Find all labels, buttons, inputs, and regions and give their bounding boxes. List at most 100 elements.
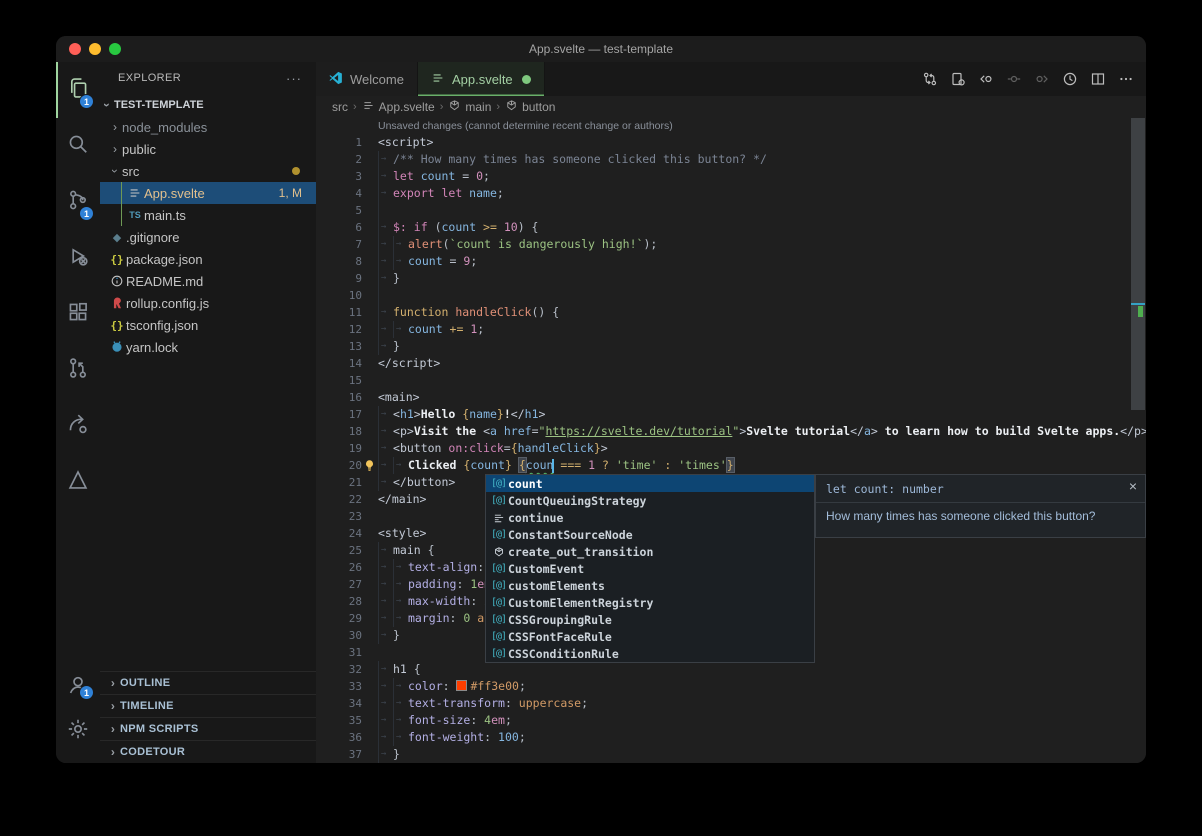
- code-line[interactable]: 10: [316, 287, 1146, 304]
- section-npm-scripts[interactable]: ›NPM SCRIPTS: [100, 717, 316, 740]
- line-number: 11: [316, 304, 362, 321]
- code-line[interactable]: 9→}: [316, 270, 1146, 287]
- code-line[interactable]: 16<main>: [316, 389, 1146, 406]
- suggest-item-constantsourcenode[interactable]: [@]ConstantSourceNode: [486, 526, 814, 543]
- activity-item-account[interactable]: 1: [56, 665, 100, 709]
- split-editor-icon[interactable]: [1087, 68, 1108, 90]
- git-compare-icon[interactable]: [919, 68, 940, 90]
- line-number: 25: [316, 542, 362, 559]
- suggest-label: ConstantSourceNode: [508, 528, 633, 542]
- tab-welcome[interactable]: Welcome: [316, 62, 418, 96]
- close-icon[interactable]: ×: [1129, 479, 1137, 493]
- activity-item-extensions[interactable]: [56, 286, 100, 342]
- explorer-more-actions-icon[interactable]: ···: [286, 71, 302, 86]
- tree-file-main-ts[interactable]: TSmain.ts: [100, 204, 316, 226]
- file-tree: ›node_modules›public›srcApp.svelte1, MTS…: [100, 116, 316, 358]
- section-timeline[interactable]: ›TIMELINE: [100, 694, 316, 717]
- scrollbar-slider[interactable]: [1131, 118, 1145, 410]
- color-swatch[interactable]: [457, 681, 466, 690]
- code-line[interactable]: 15: [316, 372, 1146, 389]
- tree-file-rollup-config-js[interactable]: rollup.config.js: [100, 292, 316, 314]
- suggest-item-cssconditionrule[interactable]: [@]CSSConditionRule: [486, 645, 814, 662]
- history-icon[interactable]: [1059, 68, 1080, 90]
- code-line[interactable]: 34→→text-transform: uppercase;: [316, 695, 1146, 712]
- code-line[interactable]: 33→→color: #ff3e00;: [316, 678, 1146, 695]
- open-changes-icon[interactable]: [947, 68, 968, 90]
- activity-item-run-debug[interactable]: [56, 230, 100, 286]
- suggest-item-continue[interactable]: continue: [486, 509, 814, 526]
- tree-folder-src[interactable]: ›src: [100, 160, 316, 182]
- line-number: 37: [316, 746, 362, 763]
- breadcrumb-item-button[interactable]: button: [505, 99, 555, 115]
- code-editor[interactable]: Unsaved changes (cannot determine recent…: [316, 118, 1146, 763]
- tree-file-yarn-lock[interactable]: yarn.lock: [100, 336, 316, 358]
- more-actions-icon[interactable]: [1115, 68, 1136, 90]
- tree-file-tsconfig-json[interactable]: {}tsconfig.json: [100, 314, 316, 336]
- code-line[interactable]: 11→function handleClick() {: [316, 304, 1146, 321]
- suggest-item-customelementregistry[interactable]: [@]CustomElementRegistry: [486, 594, 814, 611]
- suggest-item-customevent[interactable]: [@]CustomEvent: [486, 560, 814, 577]
- code-line[interactable]: 14</script>: [316, 355, 1146, 372]
- current-change-icon[interactable]: [1003, 68, 1024, 90]
- breadcrumb-item-src[interactable]: src: [332, 100, 348, 114]
- section-codetour[interactable]: ›CODETOUR: [100, 740, 316, 763]
- suggest-item-cssgroupingrule[interactable]: [@]CSSGroupingRule: [486, 611, 814, 628]
- suggest-item-cssfontfacerule[interactable]: [@]CSSFontFaceRule: [486, 628, 814, 645]
- svelte-file-icon: [126, 186, 144, 200]
- tree-folder-node-modules[interactable]: ›node_modules: [100, 116, 316, 138]
- tree-folder-public[interactable]: ›public: [100, 138, 316, 160]
- vscode-icon: [329, 71, 343, 88]
- breadcrumb-item-main[interactable]: main: [448, 99, 491, 115]
- code-line[interactable]: 19→<button on:click={handleClick}>: [316, 440, 1146, 457]
- line-number: 29: [316, 610, 362, 627]
- breadcrumb-item-app-svelte[interactable]: App.svelte: [362, 99, 435, 115]
- activity-item-live-share[interactable]: [56, 398, 100, 454]
- section-outline[interactable]: ›OUTLINE: [100, 671, 316, 694]
- code-line[interactable]: 3→let count = 0;: [316, 168, 1146, 185]
- tree-file-app-svelte[interactable]: App.svelte1, M: [100, 182, 316, 204]
- code-line[interactable]: 12→→count += 1;: [316, 321, 1146, 338]
- suggest-item-countqueuingstrategy[interactable]: [@]CountQueuingStrategy: [486, 492, 814, 509]
- code-line[interactable]: 6→$: if (count >= 10) {: [316, 219, 1146, 236]
- code-line[interactable]: 20→→Clicked {count} {coun === 1 ? 'time'…: [316, 457, 1146, 474]
- code-line[interactable]: 5: [316, 202, 1146, 219]
- suggest-item-create_out_transition[interactable]: create_out_transition: [486, 543, 814, 560]
- editor-scrollbar[interactable]: [1131, 118, 1145, 763]
- project-section-header[interactable]: › TEST-TEMPLATE: [100, 94, 316, 116]
- code-line[interactable]: 35→→font-size: 4em;: [316, 712, 1146, 729]
- minimize-window-button[interactable]: [89, 43, 101, 55]
- code-line[interactable]: 13→}: [316, 338, 1146, 355]
- tab-app-svelte[interactable]: App.svelte: [418, 62, 545, 96]
- code-line[interactable]: 4→export let name;: [316, 185, 1146, 202]
- code-line[interactable]: 1<script>: [316, 134, 1146, 151]
- code-line[interactable]: 8→→count = 9;: [316, 253, 1146, 270]
- code-line[interactable]: 2→/** How many times has someone clicked…: [316, 151, 1146, 168]
- activity-item-search[interactable]: [56, 118, 100, 174]
- codelens-annotation[interactable]: Unsaved changes (cannot determine recent…: [316, 118, 1146, 134]
- variable-symbol-icon: [@]: [489, 648, 508, 659]
- code-line[interactable]: 32→h1 {: [316, 661, 1146, 678]
- code-line[interactable]: 7→→alert(`count is dangerously high!`);: [316, 236, 1146, 253]
- zoom-window-button[interactable]: [109, 43, 121, 55]
- lightbulb-icon[interactable]: [363, 459, 376, 472]
- activity-item-explorer[interactable]: 1: [56, 62, 100, 118]
- code-line[interactable]: 17→<h1>Hello {name}!</h1>: [316, 406, 1146, 423]
- line-number: 20: [316, 457, 362, 474]
- suggest-label: CustomElementRegistry: [508, 596, 653, 610]
- prev-change-icon[interactable]: [975, 68, 996, 90]
- next-change-icon[interactable]: [1031, 68, 1052, 90]
- activity-item-github-pr[interactable]: [56, 342, 100, 398]
- suggest-item-customelements[interactable]: [@]customElements: [486, 577, 814, 594]
- chevron-right-icon: ›: [106, 676, 120, 690]
- tree-file--gitignore[interactable]: ◆.gitignore: [100, 226, 316, 248]
- code-line[interactable]: 37→}: [316, 746, 1146, 763]
- tree-file-package-json[interactable]: {}package.json: [100, 248, 316, 270]
- activity-item-azure[interactable]: [56, 454, 100, 510]
- close-window-button[interactable]: [69, 43, 81, 55]
- code-line[interactable]: 18→<p>Visit the <a href="https://svelte.…: [316, 423, 1146, 440]
- suggest-item-count[interactable]: [@]count: [486, 475, 814, 492]
- activity-item-settings[interactable]: [56, 709, 100, 753]
- tree-file-readme-md[interactable]: README.md: [100, 270, 316, 292]
- code-line[interactable]: 36→→font-weight: 100;: [316, 729, 1146, 746]
- activity-item-source-control[interactable]: 1: [56, 174, 100, 230]
